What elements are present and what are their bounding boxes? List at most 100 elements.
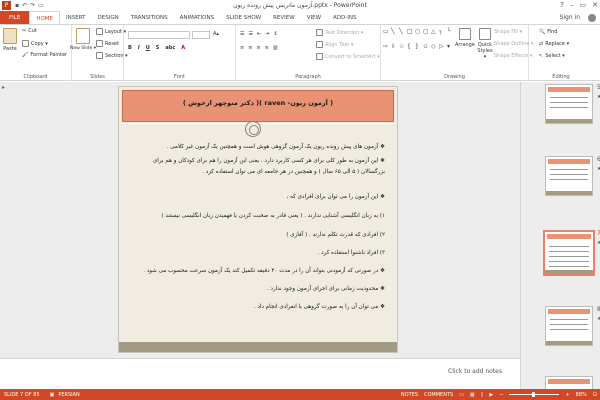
thumbnail-item[interactable]: 8 ★ [525, 306, 600, 352]
star-shape-icon[interactable]: ✩ [423, 43, 430, 57]
tab-insert[interactable]: INSERT [60, 11, 91, 24]
textbox-shape-icon[interactable]: ▭ [383, 28, 390, 42]
brace-shape-icon[interactable]: { [407, 43, 414, 57]
comments-button[interactable]: COMMENTS [424, 392, 453, 398]
strikethrough-icon[interactable]: abc [165, 45, 175, 51]
format-painter-button[interactable]: 🖌 Format Painter [22, 52, 67, 58]
justify-icon[interactable]: ≡ [265, 45, 269, 51]
fit-to-window-icon[interactable]: ⊡ [593, 392, 597, 398]
reset-button[interactable]: Reset [96, 40, 119, 47]
columns-icon[interactable]: ▥ [273, 45, 278, 51]
bullets-icon[interactable]: ☰ [240, 31, 244, 37]
shadow-icon[interactable]: S [156, 45, 160, 51]
collapsed-thumbnail-pane[interactable]: ▸ [0, 82, 12, 389]
thumbnail-slide[interactable] [545, 306, 593, 346]
line-spacing-icon[interactable]: ↕ [273, 31, 277, 37]
text-direction-button[interactable]: Text Direction ▾ [316, 29, 363, 36]
star-shape-icon[interactable]: ☆ [399, 43, 406, 57]
tab-file[interactable]: FILE [0, 11, 30, 24]
align-text-button[interactable]: Align Text ▾ [316, 41, 353, 48]
font-color-icon[interactable]: A [181, 45, 185, 51]
thumbnail-item[interactable]: 6 ★ [525, 156, 600, 202]
close-button[interactable]: ✕ [592, 1, 598, 9]
thumbnail-pane[interactable]: 5 ★ 6 ★ 7 ★ 8 ★ 9 [520, 82, 600, 389]
tab-review[interactable]: REVIEW [267, 11, 301, 24]
tab-transitions[interactable]: TRANSITIONS [125, 11, 174, 24]
font-name-input[interactable] [128, 31, 190, 39]
quick-styles-button[interactable]: Quick Styles ▾ [477, 28, 493, 60]
connector-shape-icon[interactable]: └ [447, 28, 454, 42]
font-size-input[interactable] [192, 31, 210, 39]
notes-pane[interactable]: Click to add notes [0, 358, 520, 389]
align-center-icon[interactable]: ≡ [248, 45, 252, 51]
thumbnail-slide[interactable] [545, 156, 593, 196]
shape-fill-button[interactable]: Shape Fill ▾ [494, 29, 522, 35]
maximize-button[interactable]: ▭ [580, 1, 587, 9]
brace-shape-icon[interactable]: } [415, 43, 422, 57]
rounded-rect-shape-icon[interactable]: ▢ [423, 28, 430, 42]
thumbnail-slide[interactable] [543, 230, 595, 276]
section-button[interactable]: Section ▾ [96, 52, 128, 59]
layout-button[interactable]: Layout ▾ [96, 28, 126, 35]
thumbnail-slide[interactable] [545, 376, 593, 389]
notes-button[interactable]: NOTES [401, 392, 418, 398]
grow-font-button[interactable]: A▴ [213, 31, 219, 37]
align-left-icon[interactable]: ≡ [240, 45, 244, 51]
shape-icon[interactable]: ▷ [439, 43, 446, 57]
thumbnail-item-selected[interactable]: 7 ★ [525, 230, 600, 282]
font-format-buttons[interactable]: B I U Sabc A [128, 45, 185, 51]
thumbnail-item[interactable]: 9 [525, 376, 597, 389]
slideshow-icon[interactable]: ▶ [489, 392, 493, 398]
user-avatar-icon[interactable] [588, 14, 596, 22]
decrease-indent-icon[interactable]: ⇤ [257, 31, 261, 37]
thumbnail-slide[interactable] [545, 84, 593, 124]
new-slide-button[interactable]: New Slide ▾ [70, 28, 96, 51]
reading-view-icon[interactable]: ▯ [481, 392, 484, 398]
select-button[interactable]: ↖ Select ▾ [539, 53, 565, 59]
find-button[interactable]: 🔍 Find [539, 29, 557, 35]
slide-title[interactable]: ( آزمون ریون- raven )( دکتر منوچهر ازخوش… [119, 99, 397, 107]
sign-in-link[interactable]: Sign in [556, 11, 584, 24]
notes-placeholder[interactable]: Click to add notes [448, 368, 502, 375]
oval-shape-icon[interactable]: ○ [415, 28, 422, 42]
italic-icon[interactable]: I [138, 45, 140, 51]
bold-icon[interactable]: B [128, 45, 132, 51]
increase-indent-icon[interactable]: ⇥ [265, 31, 269, 37]
slide-canvas[interactable]: ( آزمون ریون- raven )( دکتر منوچهر ازخوش… [118, 86, 398, 353]
more-shapes-icon[interactable]: ▾ [447, 43, 454, 57]
expand-arrow-icon[interactable]: ▸ [2, 84, 5, 91]
arrow-shape-icon[interactable]: ⇨ [383, 43, 390, 57]
tab-add-ins[interactable]: ADD-INS [327, 11, 362, 24]
triangle-shape-icon[interactable]: △ [431, 28, 438, 42]
tab-design[interactable]: DESIGN [92, 11, 125, 24]
minimize-button[interactable]: – [570, 1, 574, 9]
paste-button[interactable]: Paste [3, 28, 17, 52]
thumbnail-item[interactable]: 5 ★ [525, 84, 600, 130]
tab-slide-show[interactable]: SLIDE SHOW [220, 11, 267, 24]
copy-button[interactable]: Copy ▾ [22, 40, 48, 47]
normal-view-icon[interactable]: ▭ [459, 392, 464, 398]
list-buttons[interactable]: ☰ ☰ ⇤ ⇥ ↕ [240, 31, 278, 37]
zoom-level[interactable]: 88% [576, 392, 587, 398]
slide-sorter-icon[interactable]: ▦ [470, 392, 475, 398]
convert-smartart-button[interactable]: Convert to SmartArt ▾ [316, 53, 380, 60]
align-right-icon[interactable]: ≡ [256, 45, 260, 51]
line-shape-icon[interactable]: ╲ [399, 28, 406, 42]
underline-icon[interactable]: U [146, 45, 150, 51]
connector-shape-icon[interactable]: ┐ [439, 28, 446, 42]
arrange-button[interactable]: Arrange [455, 28, 475, 48]
zoom-slider[interactable] [509, 392, 560, 397]
shapes-gallery[interactable]: ▭ ╲ ╲ □ ○ ▢ △ ┐ └ ⇨ ⇩ ☆{} ✩ ◇ ▷ ▾ [383, 28, 451, 56]
align-buttons[interactable]: ≡ ≡ ≡ ≡ ▥ [240, 45, 278, 51]
language-indicator[interactable]: PERSIAN [58, 392, 79, 398]
arrow-shape-icon[interactable]: ⇩ [391, 43, 398, 57]
spellcheck-icon[interactable]: ▣ [50, 392, 55, 398]
rectangle-shape-icon[interactable]: □ [407, 28, 414, 42]
shape-icon[interactable]: ◇ [431, 43, 438, 57]
shape-outline-button[interactable]: Shape Outline ▾ [494, 41, 533, 47]
zoom-out-icon[interactable]: − [499, 392, 503, 398]
tab-view[interactable]: VIEW [301, 11, 327, 24]
help-button[interactable]: ? [560, 1, 564, 9]
shape-effects-button[interactable]: Shape Effects ▾ [494, 53, 532, 59]
tab-home[interactable]: HOME [29, 11, 61, 24]
